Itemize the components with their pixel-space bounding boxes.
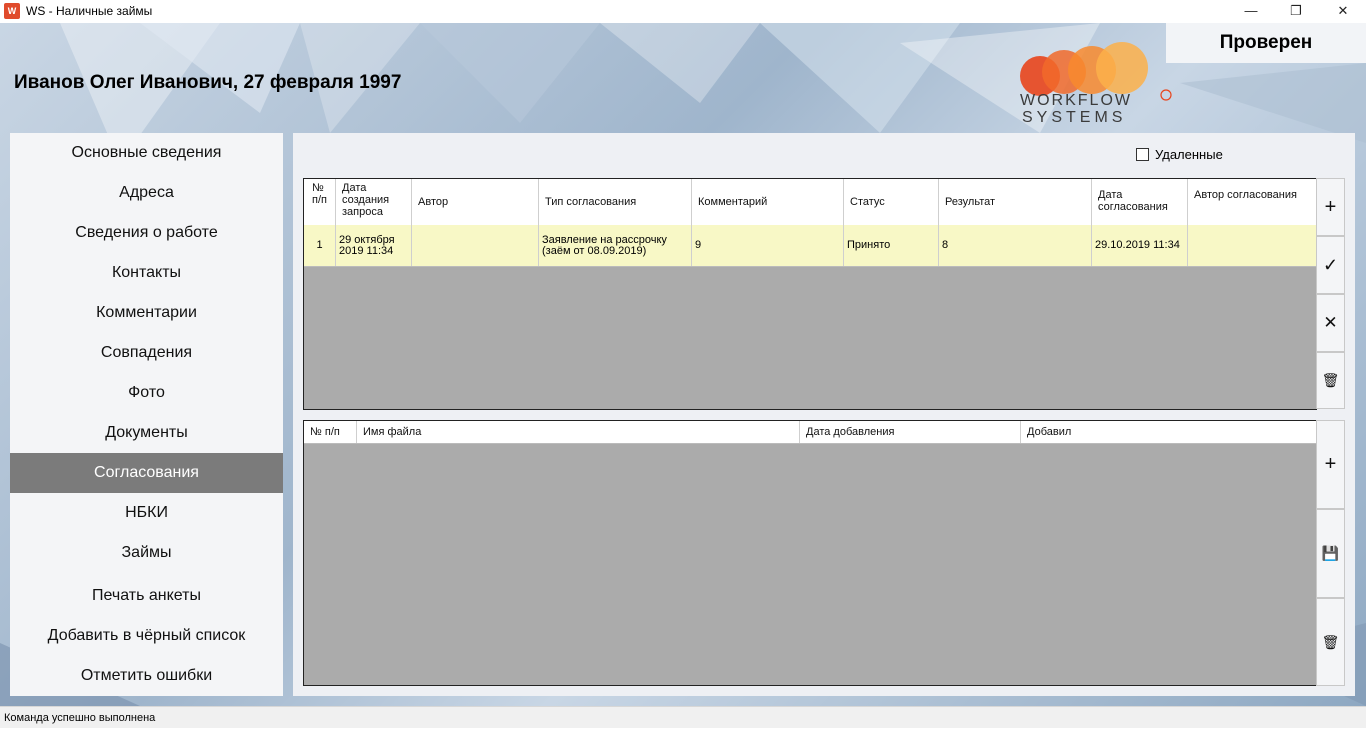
app-icon: W [4,3,20,19]
cell-created: 29 октября 2019 11:34 [336,225,412,266]
sidebar-item-comments[interactable]: Комментарии [10,293,283,333]
column-header[interactable]: Тип согласования [539,179,692,225]
cell-result: 8 [939,225,1092,266]
sidebar-item-basic-info[interactable]: Основные сведения [10,133,283,173]
delete-approval-button[interactable]: 🗑 [1316,352,1345,409]
cell-author [412,225,539,266]
maximize-button[interactable]: ❐ [1273,0,1319,23]
column-header[interactable]: № п/п [304,179,336,225]
cell-approved-date: 29.10.2019 11:34 [1092,225,1188,266]
cell-comment: 9 [692,225,844,266]
cell-approver [1188,225,1316,266]
column-header[interactable]: № п/п [304,421,357,443]
column-header[interactable]: Автор согласования [1188,179,1316,225]
client-name-heading: Иванов Олег Иванович, 27 февраля 1997 [14,72,402,93]
sidebar-item-nbki[interactable]: НБКИ [10,493,283,533]
logo-text-line1: WORKFLOW [1020,92,1132,109]
window-title-bar: W WS - Наличные займы — ❐ ✕ [0,0,1366,24]
sidebar-item-loans[interactable]: Займы [10,533,283,573]
sidebar-item-addresses[interactable]: Адреса [10,173,283,213]
cell-status: Принято [844,225,939,266]
column-header[interactable]: Дата добавления [800,421,1021,443]
close-window-button[interactable]: ✕ [1320,0,1366,23]
column-header[interactable]: Имя файла [357,421,800,443]
sidebar-item-approvals[interactable]: Согласования [10,453,283,493]
cell-type: Заявление на рассрочку (заём от 08.09.20… [539,225,692,266]
column-header[interactable]: Статус [844,179,939,225]
approvals-header-row: № п/п Дата создания запроса Автор Тип со… [304,179,1316,226]
sidebar-item-documents[interactable]: Документы [10,413,283,453]
verification-status: Проверен [1166,23,1366,63]
sidebar-item-print-form[interactable]: Печать анкеты [10,576,283,616]
column-header[interactable]: Дата создания запроса [336,179,412,225]
delete-file-button[interactable]: 🗑 [1316,598,1345,686]
sidebar-item-mark-errors[interactable]: Отметить ошибки [10,656,283,696]
files-table[interactable]: № п/п Имя файла Дата добавления Добавил [303,420,1317,686]
add-file-button[interactable]: + [1316,420,1345,509]
workflow-systems-logo: WORKFLOW SYSTEMS [1016,40,1176,130]
column-header[interactable]: Дата согласования [1092,179,1188,225]
deleted-checkbox-label: Удаленные [1155,147,1223,162]
save-file-button[interactable]: 💾 [1316,509,1345,598]
reject-approval-button[interactable]: ✕ [1316,294,1345,352]
column-header[interactable]: Результат [939,179,1092,225]
sidebar-item-matches[interactable]: Совпадения [10,333,283,373]
status-bar: Команда успешно выполнена [0,706,1366,728]
table-row[interactable]: 1 29 октября 2019 11:34 Заявление на рас… [304,225,1316,267]
deleted-filter[interactable]: Удаленные [1136,147,1223,162]
column-header[interactable]: Комментарий [692,179,844,225]
approvals-table[interactable]: № п/п Дата создания запроса Автор Тип со… [303,178,1317,410]
sidebar-item-employment[interactable]: Сведения о работе [10,213,283,253]
logo-text-line2: SYSTEMS [1022,109,1127,126]
sidebar-item-blacklist[interactable]: Добавить в чёрный список [10,616,283,656]
window-title: WS - Наличные займы [26,4,153,18]
sidebar-nav: Основные сведения Адреса Сведения о рабо… [10,133,283,696]
sidebar-item-photo[interactable]: Фото [10,373,283,413]
cell-number: 1 [304,225,336,266]
minimize-button[interactable]: — [1228,0,1274,23]
accept-approval-button[interactable]: ✓ [1316,236,1345,294]
column-header[interactable]: Добавил [1021,421,1316,443]
column-header[interactable]: Автор [412,179,539,225]
files-header-row: № п/п Имя файла Дата добавления Добавил [304,421,1316,444]
approvals-panel: Удаленные № п/п Дата создания запроса Ав… [293,133,1355,696]
deleted-checkbox[interactable] [1136,148,1149,161]
sidebar-item-contacts[interactable]: Контакты [10,253,283,293]
add-approval-button[interactable]: + [1316,178,1345,236]
